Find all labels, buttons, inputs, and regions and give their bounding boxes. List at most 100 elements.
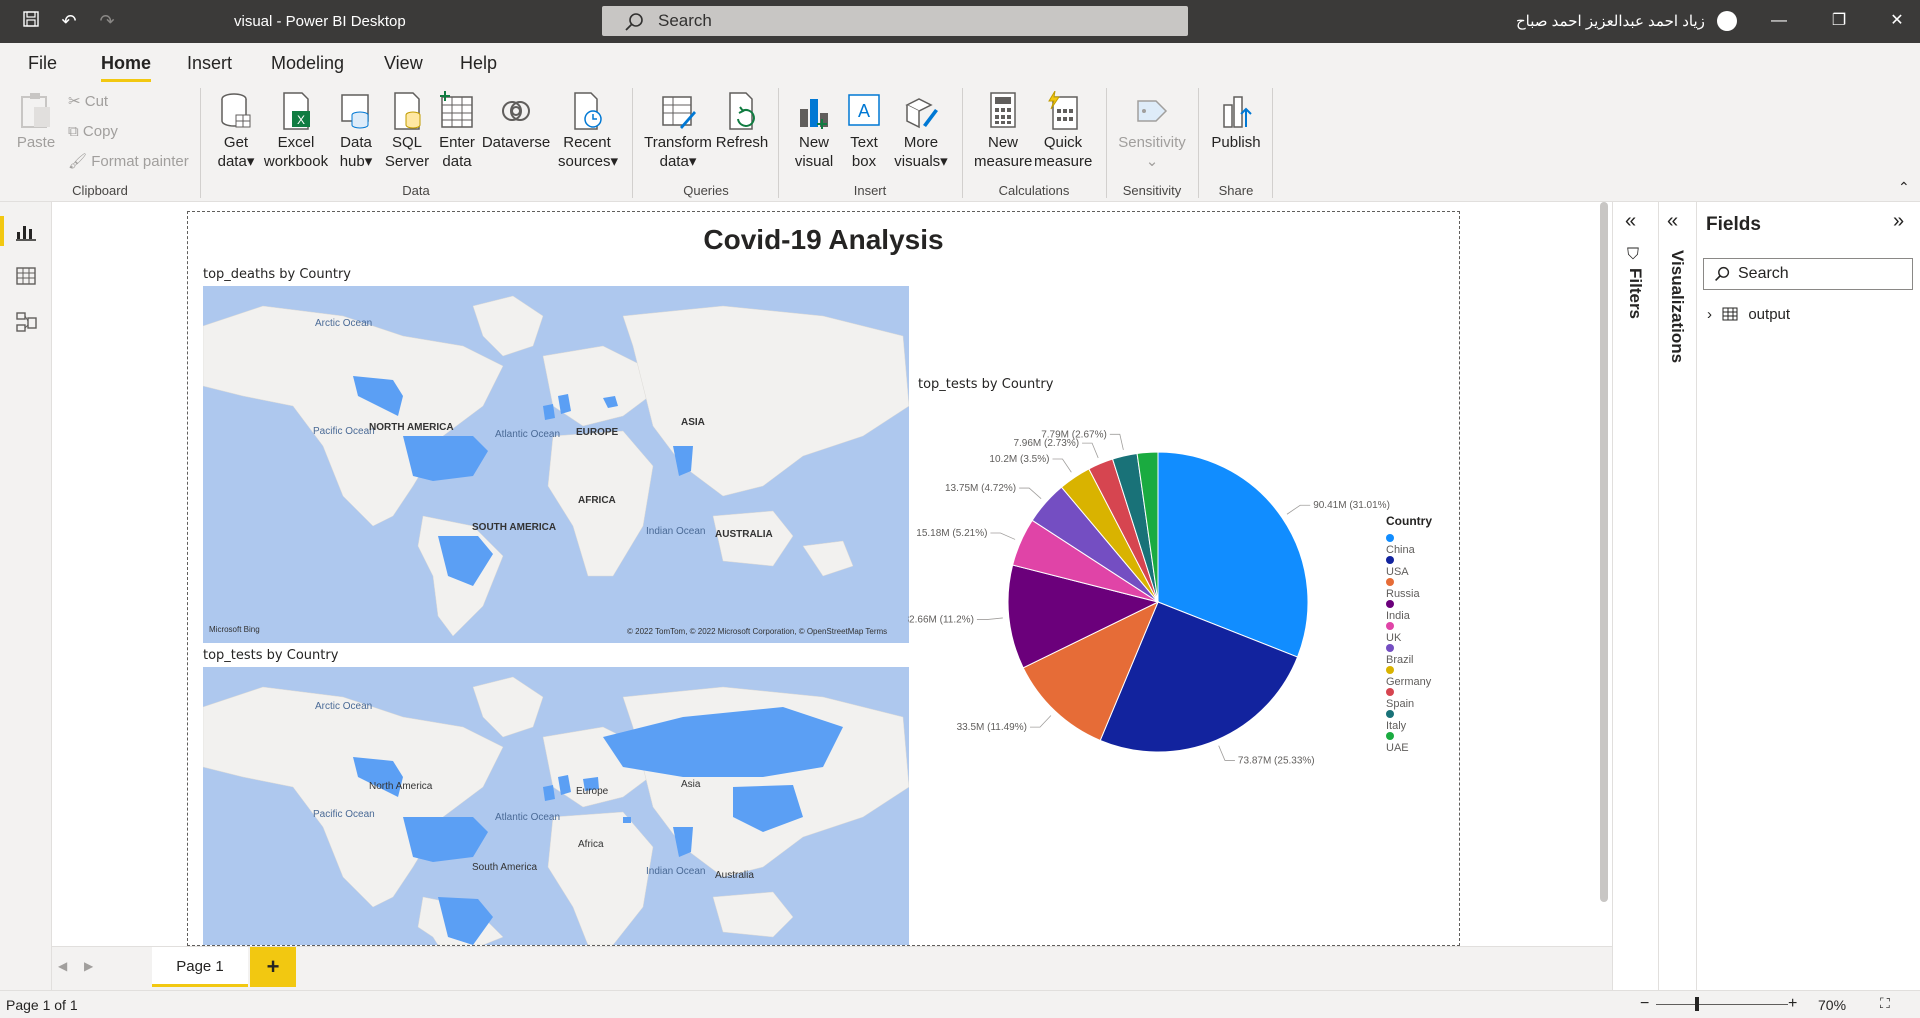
model-view-icon[interactable] [14, 310, 38, 334]
fields-search-input[interactable]: Search [1703, 258, 1913, 290]
map-top-tests[interactable]: Arctic Ocean Pacific Ocean Atlantic Ocea… [203, 667, 909, 945]
label-indian: Indian Ocean [646, 526, 706, 537]
label-eu-2: Europe [576, 786, 609, 797]
zoom-slider-thumb[interactable] [1695, 997, 1699, 1011]
legend-item[interactable]: Spain [1386, 686, 1414, 710]
menu-file[interactable]: File [28, 53, 57, 74]
table-output[interactable]: › output [1707, 306, 1790, 323]
filters-label[interactable]: Filters [1625, 268, 1645, 319]
new-visual-button[interactable]: New visual [790, 91, 838, 171]
data-label: 32.66M (11.2%) [908, 615, 974, 626]
chevron-right-icon[interactable]: › [1707, 306, 1712, 323]
canvas-scrollbar[interactable] [1600, 202, 1608, 902]
visualizations-pane[interactable]: « Visualizations [1658, 202, 1696, 990]
fit-to-page-icon[interactable]: ⛶ [1880, 995, 1890, 1012]
collapse-ribbon-icon[interactable]: ⌃ [1898, 179, 1910, 196]
legend-item[interactable]: China [1386, 532, 1415, 556]
pie-chart[interactable]: 90.41M (31.01%) 73.87M (25.33%) 33.5M (11.… [908, 392, 1448, 792]
collapse-filters-icon[interactable]: « [1625, 210, 1636, 233]
menu-view[interactable]: View [384, 53, 423, 74]
database-icon [221, 93, 251, 128]
window-title: visual - Power BI Desktop [234, 13, 406, 30]
next-page-icon[interactable]: ▶ [84, 959, 93, 973]
filters-pane[interactable]: « ⛉ Filters [1612, 202, 1658, 990]
leader-line [976, 617, 1003, 620]
format-painter-button[interactable]: 🖌 Format painter [68, 153, 189, 171]
transform-data-button[interactable]: Transform data▾ [640, 91, 716, 171]
restore-icon[interactable]: ❐ [1828, 10, 1850, 32]
save-icon[interactable] [20, 10, 42, 32]
sql-server-button[interactable]: SQL Server [384, 91, 430, 171]
enter-data-button[interactable]: Enter data [434, 91, 480, 171]
data-label: 13.75M (4.72%) [945, 483, 1016, 494]
zoom-level[interactable]: 70% [1818, 997, 1846, 1013]
legend-item[interactable]: Russia [1386, 576, 1420, 600]
menu-modeling[interactable]: Modeling [271, 53, 344, 74]
new-measure-button[interactable]: New measure [974, 91, 1032, 171]
expand-visualizations-icon[interactable]: « [1667, 210, 1678, 233]
avatar[interactable] [1717, 11, 1737, 31]
zoom-in-button[interactable]: + [1788, 995, 1797, 1013]
data-view-icon[interactable] [14, 264, 38, 288]
menu-help[interactable]: Help [460, 53, 497, 74]
legend-item[interactable]: Brazil [1386, 642, 1414, 666]
sql-server-icon [394, 92, 421, 130]
fields-search-placeholder: Search [1738, 265, 1789, 282]
redo-icon[interactable]: ↷ [96, 10, 118, 32]
minimize-icon[interactable]: — [1768, 10, 1790, 32]
user-name[interactable]: زياد احمد عبدالعزيز احمد صباح [1516, 12, 1705, 30]
group-calculations: Calculations [998, 183, 1070, 198]
refresh-button[interactable]: Refresh [714, 91, 770, 152]
page-tabs-bar: ◀ ▶ Page 1 + [52, 946, 1612, 990]
zoom-slider[interactable] [1656, 1004, 1788, 1005]
zoom-out-button[interactable]: − [1640, 995, 1649, 1013]
get-data-button[interactable]: Get data▾ [210, 91, 262, 171]
svg-text:A: A [858, 101, 870, 121]
cut-button[interactable]: ✂ Cut [68, 93, 108, 111]
sensitivity-icon [1137, 100, 1168, 122]
paste-button[interactable]: Paste [14, 91, 58, 152]
data-hub-label-2: hub [339, 153, 365, 170]
visualizations-label[interactable]: Visualizations [1667, 250, 1687, 363]
report-page[interactable]: Covid-19 Analysis top_deaths by Country [187, 211, 1460, 946]
more-visuals-button[interactable]: More visuals▾ [892, 91, 950, 171]
undo-icon[interactable]: ↶ [58, 10, 80, 32]
quick-measure-button[interactable]: Quick measure [1034, 91, 1092, 171]
menu-insert[interactable]: Insert [187, 53, 232, 74]
map-top-deaths[interactable]: Arctic Ocean Pacific Ocean Atlantic Ocea… [203, 286, 909, 643]
publish-button[interactable]: Publish [1206, 91, 1266, 152]
close-icon[interactable]: ✕ [1886, 10, 1908, 32]
excel-workbook-button[interactable]: X Excel workbook [260, 91, 332, 171]
legend-marker [1386, 710, 1394, 719]
report-view-icon[interactable] [14, 218, 38, 242]
label-af: AFRICA [578, 495, 616, 506]
legend-item[interactable]: UK [1386, 620, 1401, 644]
leader-line [1218, 745, 1235, 761]
menu-home[interactable]: Home [101, 53, 152, 82]
data-hub-button[interactable]: Data hub▾ [334, 91, 378, 171]
data-label: 15.18M (5.21%) [916, 528, 987, 539]
recent-sources-button[interactable]: Recent sources▾ [558, 91, 618, 171]
filter-icon: ⛉ [1627, 246, 1640, 263]
leader-line [1286, 504, 1311, 515]
legend-item[interactable]: Germany [1386, 664, 1431, 688]
bing-logo: Microsoft Bing [209, 625, 260, 634]
text-box-button[interactable]: A Text box [840, 91, 888, 171]
legend-item[interactable]: India [1386, 598, 1410, 622]
legend-marker [1386, 556, 1394, 565]
map-attribution[interactable]: © 2022 TomTom, © 2022 Microsoft Corporat… [627, 627, 887, 636]
new-visual-label-2: visual [794, 153, 834, 170]
prev-page-icon[interactable]: ◀ [58, 959, 67, 973]
dataverse-button[interactable]: Dataverse [480, 91, 552, 152]
quick-measure-label-2: measure [1034, 153, 1093, 170]
add-page-button[interactable]: + [250, 947, 296, 987]
collapse-fields-icon[interactable]: » [1893, 210, 1904, 233]
sensitivity-button[interactable]: Sensitivity ⌄ [1114, 91, 1190, 171]
legend-item[interactable]: UAE [1386, 730, 1409, 754]
page-tab[interactable]: Page 1 [152, 947, 248, 987]
legend-item[interactable]: USA [1386, 554, 1409, 578]
legend-marker [1386, 578, 1394, 587]
search-box[interactable]: Search [602, 6, 1188, 36]
legend-item[interactable]: Italy [1386, 708, 1406, 732]
copy-button[interactable]: ⧉ Copy [68, 123, 118, 141]
